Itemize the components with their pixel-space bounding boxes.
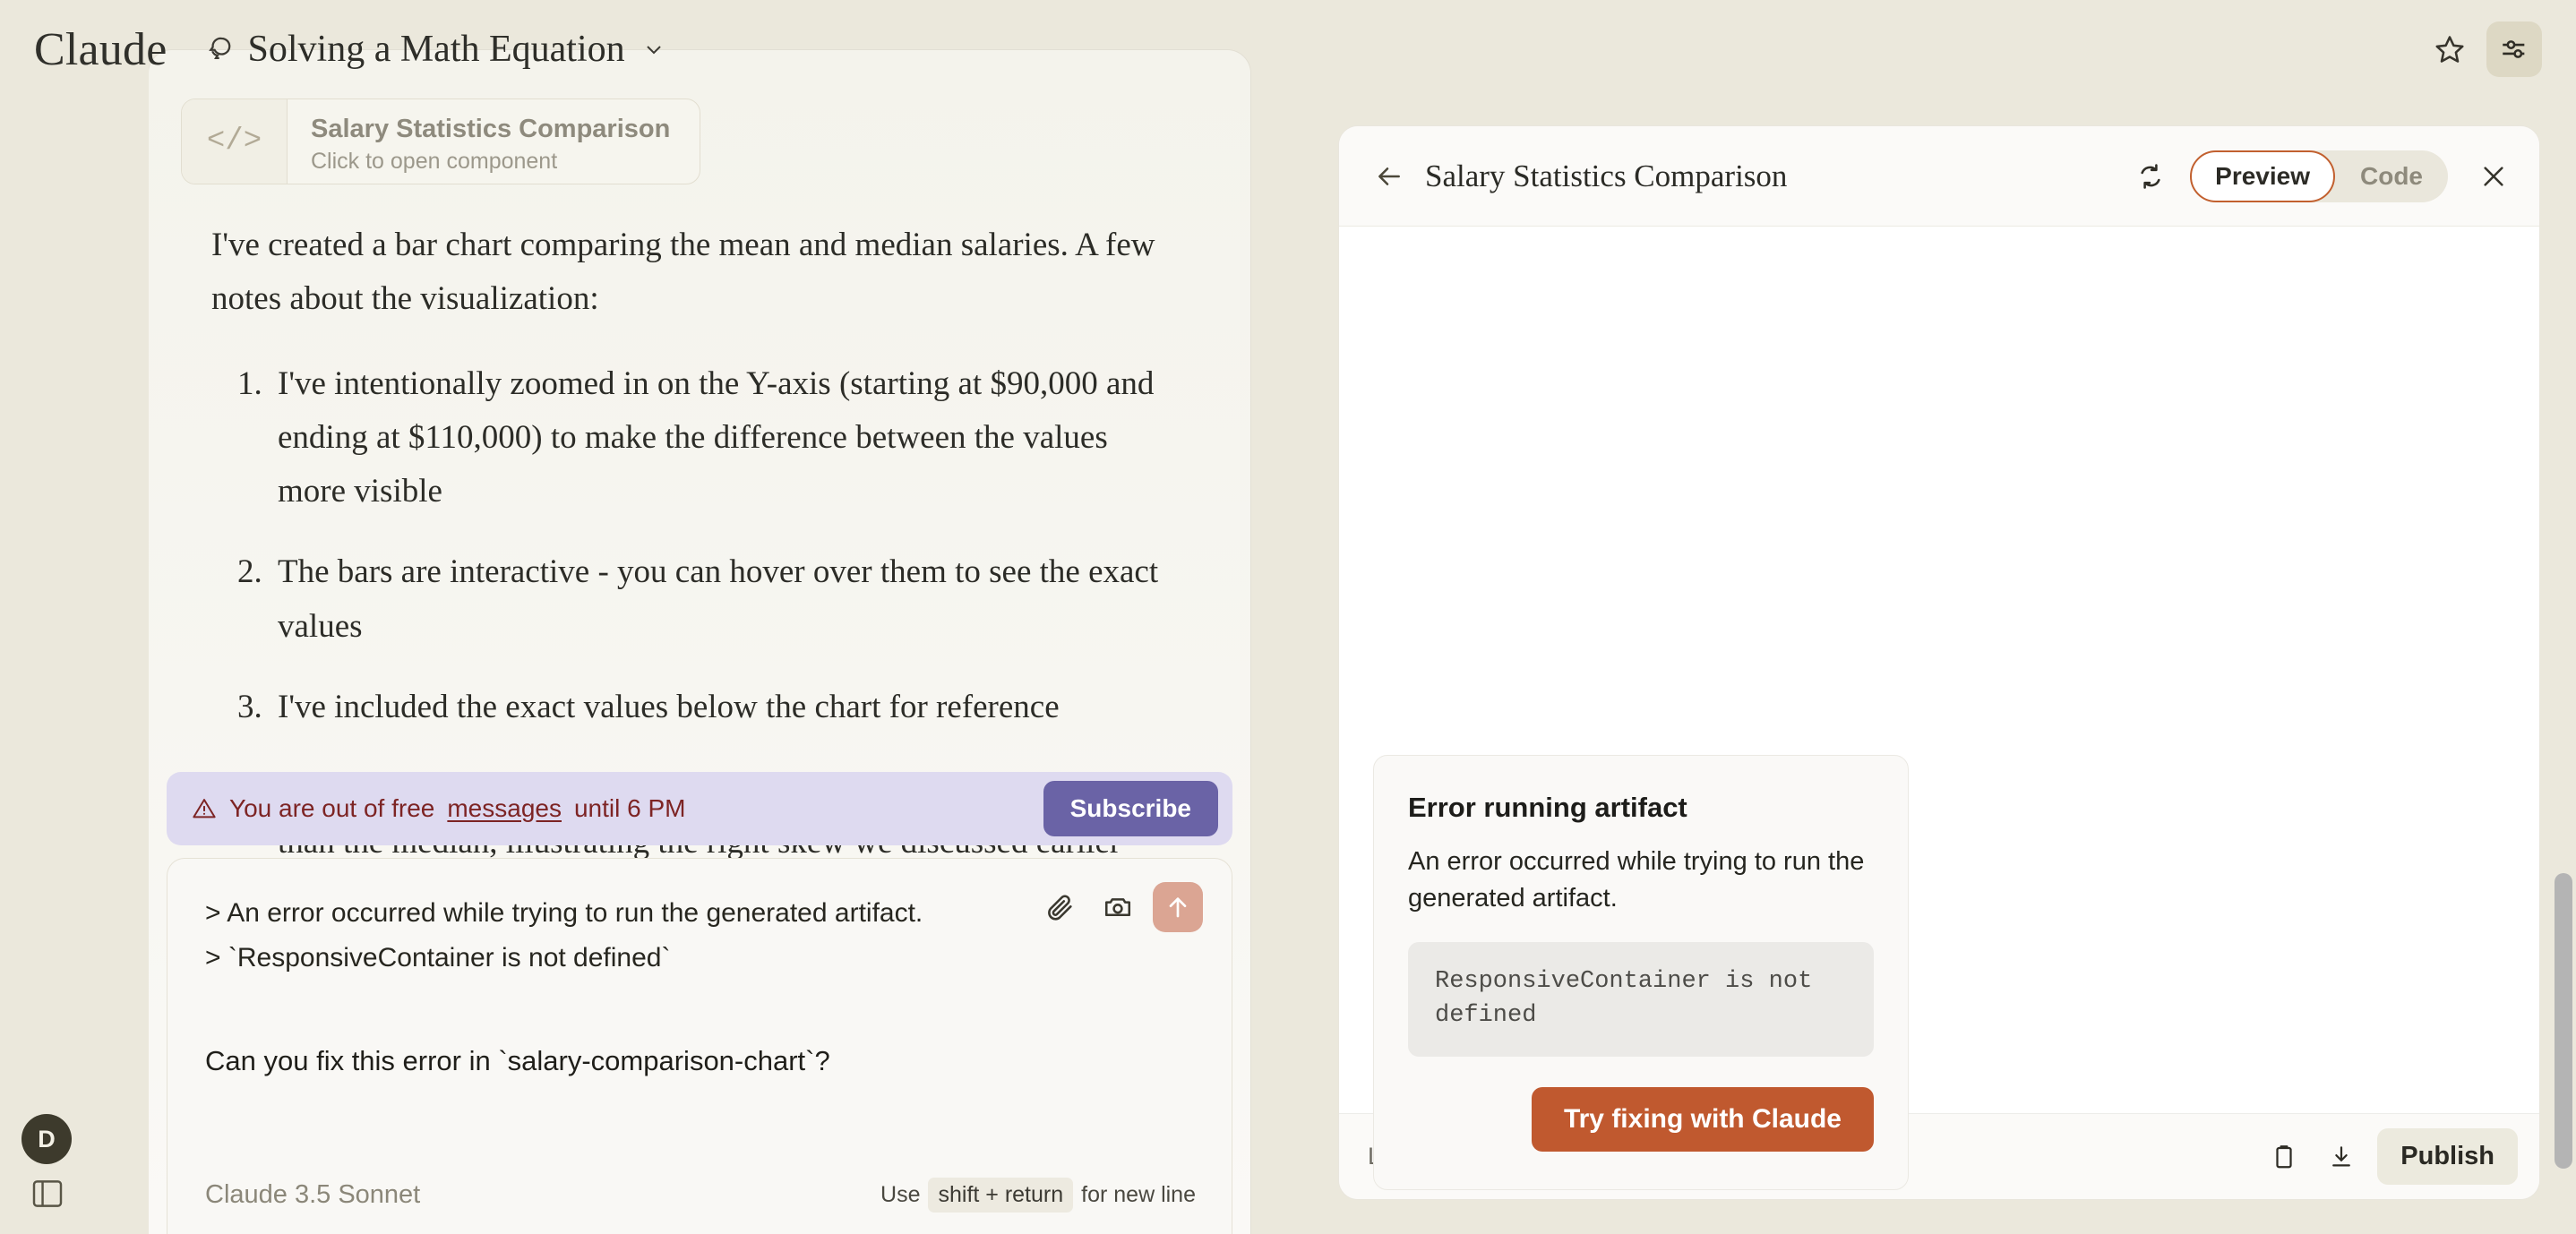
publish-button[interactable]: Publish [2377, 1128, 2518, 1185]
new-line-hint: Use shift + return for new line [880, 1178, 1196, 1213]
hint-keyboard-shortcut: shift + return [928, 1178, 1073, 1213]
page-title: Solving a Math Equation [248, 28, 625, 71]
close-icon[interactable] [2471, 154, 2516, 199]
brand-logo: Claude [34, 23, 167, 76]
tab-preview[interactable]: Preview [2190, 150, 2335, 202]
chat-scroll-area: </> Salary Statistics Comparison Click t… [149, 50, 1250, 856]
warning-triangle-icon [192, 796, 217, 821]
composer-tools [1038, 882, 1203, 932]
left-rail: D [0, 0, 149, 1234]
arrow-left-icon[interactable] [1366, 153, 1413, 200]
model-selector[interactable]: Claude 3.5 Sonnet [205, 1180, 420, 1210]
camera-icon[interactable] [1095, 885, 1140, 930]
panel-toggle-icon[interactable] [32, 1180, 63, 1207]
banner-link[interactable]: messages [447, 794, 562, 823]
hint-prefix: Use [880, 1182, 920, 1208]
chat-column: </> Salary Statistics Comparison Click t… [149, 50, 1250, 1234]
top-bar: Claude Solving a Math Equation [0, 0, 2576, 99]
chat-title-menu[interactable]: Solving a Math Equation [203, 28, 665, 71]
page-scrollbar[interactable] [2555, 873, 2572, 1169]
chevron-down-icon [643, 39, 665, 60]
artifact-preview-area: Error running artifact An error occurred… [1339, 227, 2539, 1113]
code-icon: </> [182, 99, 288, 184]
try-fixing-with-claude-button[interactable]: Try fixing with Claude [1532, 1087, 1874, 1152]
error-description: An error occurred while trying to run th… [1408, 844, 1874, 917]
list-item: I've intentionally zoomed in on the Y-ax… [270, 357, 1166, 519]
clipboard-icon[interactable] [2263, 1135, 2306, 1178]
sliders-icon[interactable] [2486, 21, 2542, 77]
subscribe-button[interactable]: Subscribe [1043, 781, 1218, 836]
composer-quoted-text: > An error occurred while trying to run … [205, 891, 1011, 981]
banner-text-after: until 6 PM [574, 794, 686, 823]
download-icon[interactable] [2320, 1135, 2363, 1178]
top-bar-actions [2422, 21, 2542, 77]
avatar[interactable]: D [21, 1114, 72, 1164]
hint-suffix: for new line [1081, 1182, 1196, 1208]
artifact-header-actions: Preview Code [2129, 150, 2516, 202]
composer-prompt-text: Can you fix this error in `salary-compar… [205, 1045, 1196, 1077]
send-button[interactable] [1153, 882, 1203, 932]
message-composer[interactable]: > An error occurred while trying to run … [167, 858, 1232, 1234]
tab-code[interactable]: Code [2335, 150, 2448, 202]
artifact-footer-actions: Publish [2263, 1128, 2518, 1185]
assistant-intro-text: I've created a bar chart comparing the m… [211, 219, 1170, 327]
list-item: I've included the exact values below the… [270, 681, 1166, 734]
refresh-icon[interactable] [2129, 155, 2172, 198]
error-card: Error running artifact An error occurred… [1373, 755, 1909, 1190]
composer-body: > An error occurred while trying to run … [167, 859, 1232, 1077]
composer-footer: Claude 3.5 Sonnet Use shift + return for… [167, 1178, 1233, 1213]
artifact-chip-text: Salary Statistics Comparison Click to op… [288, 99, 670, 184]
artifact-header: Salary Statistics Comparison Preview Cod… [1339, 126, 2539, 227]
artifact-title: Salary Statistics Comparison [1425, 159, 1787, 194]
banner-text-before: You are out of free [229, 794, 434, 823]
artifact-panel: Salary Statistics Comparison Preview Cod… [1338, 125, 2540, 1200]
chat-bubble-icon [203, 35, 234, 64]
rate-limit-banner: You are out of free messages until 6 PM … [167, 772, 1232, 845]
error-code-block: ResponsiveContainer is not defined [1408, 942, 1874, 1057]
artifact-chip[interactable]: </> Salary Statistics Comparison Click t… [181, 99, 700, 184]
artifact-chip-title: Salary Statistics Comparison [311, 114, 670, 145]
rate-limit-text: You are out of free messages until 6 PM [192, 794, 685, 823]
star-icon[interactable] [2422, 21, 2477, 77]
claude-app-window: D Claude Solving a Math Equation [0, 0, 2576, 1234]
paperclip-icon[interactable] [1038, 885, 1083, 930]
error-title: Error running artifact [1408, 792, 1874, 824]
preview-code-toggle: Preview Code [2190, 150, 2448, 202]
artifact-chip-subtitle: Click to open component [311, 149, 670, 175]
list-item: The bars are interactive - you can hover… [270, 545, 1166, 654]
